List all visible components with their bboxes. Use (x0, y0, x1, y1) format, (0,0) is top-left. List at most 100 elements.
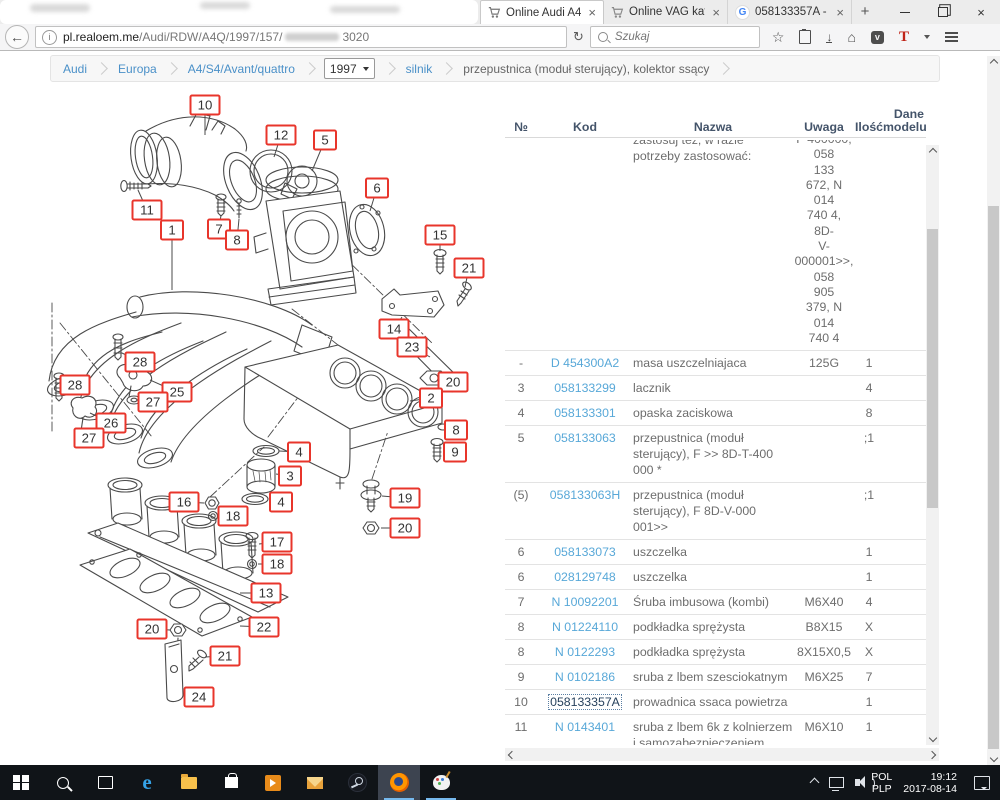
task-view-button[interactable] (84, 765, 126, 800)
part-code-link[interactable]: N 0143401 (555, 720, 615, 734)
tab-close-icon[interactable]: × (712, 6, 720, 19)
breadcrumb-audi[interactable]: Audi (63, 62, 87, 76)
minimize-button[interactable] (886, 0, 924, 24)
mail-button[interactable] (294, 765, 336, 800)
callout-20[interactable]: 20 (391, 519, 420, 538)
firefox-button[interactable] (378, 765, 420, 800)
reload-button[interactable]: ↻ (573, 29, 584, 45)
movies-button[interactable] (252, 765, 294, 800)
part-code-link[interactable]: 058133301 (554, 406, 616, 420)
tray-expand-icon[interactable] (810, 778, 820, 788)
callout-4[interactable]: 4 (270, 493, 292, 512)
network-icon[interactable] (829, 777, 844, 788)
part-code-link[interactable]: 058133299 (554, 381, 616, 395)
breadcrumb-model[interactable]: A4/S4/Avant/quattro (188, 62, 295, 76)
addon-dropdown-icon[interactable] (924, 35, 930, 39)
addon-t-icon[interactable]: T (899, 29, 909, 46)
callout-24[interactable]: 24 (185, 688, 214, 707)
callout-28[interactable]: 28 (126, 353, 155, 372)
part-code-link-selected[interactable]: 058133357A (548, 694, 622, 710)
scroll-right-button[interactable] (925, 748, 939, 761)
search-bar[interactable] (590, 26, 760, 48)
tab-close-icon[interactable]: × (836, 6, 844, 19)
callout-21[interactable]: 21 (211, 647, 240, 666)
callout-3[interactable]: 3 (279, 467, 301, 486)
part-code-link[interactable]: 058133063 (554, 431, 616, 445)
home-icon[interactable]: ⌂ (847, 30, 855, 44)
downloads-icon[interactable]: ↓ (826, 32, 832, 43)
callout-8[interactable]: 8 (445, 421, 467, 440)
action-center-icon[interactable] (974, 776, 990, 790)
callout-1[interactable]: 1 (161, 221, 183, 240)
callout-11[interactable]: 11 (133, 201, 162, 220)
callout-17[interactable]: 17 (263, 533, 292, 552)
pocket-icon[interactable]: v (871, 31, 884, 44)
site-info-icon[interactable]: i (42, 30, 57, 45)
close-button[interactable]: × (962, 0, 1000, 24)
callout-6[interactable]: 6 (366, 179, 388, 198)
volume-icon[interactable] (855, 779, 860, 786)
part-code-link[interactable]: D 454300A2 (551, 356, 619, 370)
paint-button[interactable] (420, 765, 462, 800)
callout-18[interactable]: 18 (219, 507, 248, 526)
callout-28[interactable]: 28 (61, 376, 90, 395)
restore-button[interactable] (924, 0, 962, 24)
back-button[interactable]: ← (5, 25, 29, 49)
store-button[interactable] (210, 765, 252, 800)
callout-20[interactable]: 20 (138, 620, 167, 639)
bookmark-star-icon[interactable]: ☆ (772, 30, 785, 44)
callout-16[interactable]: 16 (170, 493, 199, 512)
menu-icon[interactable] (945, 32, 958, 42)
callout-5[interactable]: 5 (314, 131, 336, 150)
callout-10[interactable]: 10 (191, 96, 220, 115)
part-code-link[interactable]: 058133063H (550, 488, 620, 502)
callout-14[interactable]: 14 (380, 320, 409, 339)
callout-21[interactable]: 21 (455, 259, 484, 278)
callout-2[interactable]: 2 (420, 389, 442, 408)
part-code-link[interactable]: 028129748 (554, 570, 616, 584)
breadcrumb-silnik[interactable]: silnik (406, 62, 433, 76)
start-button[interactable] (0, 765, 42, 800)
page-scrollbar[interactable] (987, 56, 1000, 765)
callout-9[interactable]: 9 (444, 443, 466, 462)
part-code-link[interactable]: N 0122293 (555, 645, 615, 659)
bookmarks-menu-icon[interactable] (799, 30, 811, 44)
edge-button[interactable]: e (126, 765, 168, 800)
new-tab-button[interactable]: + (852, 0, 878, 24)
callout-27[interactable]: 27 (75, 429, 104, 448)
callout-15[interactable]: 15 (426, 226, 455, 245)
steam-button[interactable] (336, 765, 378, 800)
tab-close-icon[interactable]: × (588, 6, 596, 19)
table-vertical-scrollbar[interactable] (926, 145, 939, 745)
page-scroll-down-button[interactable] (987, 751, 1000, 765)
part-code-link[interactable]: N 01224110 (552, 620, 618, 634)
callout-23[interactable]: 23 (398, 338, 427, 357)
clock[interactable]: 19:12 2017-08-14 (903, 771, 957, 795)
part-code-link[interactable]: N 0102186 (555, 670, 615, 684)
part-code-link[interactable]: 058133073 (554, 545, 616, 559)
tab-online-audi[interactable]: Online Audi A4/S × (480, 0, 604, 24)
callout-27[interactable]: 27 (139, 393, 168, 412)
callout-19[interactable]: 19 (391, 489, 420, 508)
table-scroll-thumb[interactable] (927, 229, 938, 508)
file-explorer-button[interactable] (168, 765, 210, 800)
taskbar-search-button[interactable] (42, 765, 84, 800)
breadcrumb-europa[interactable]: Europa (118, 62, 157, 76)
tab-google-search[interactable]: G 058133357A - Szu × (728, 0, 852, 24)
page-scroll-up-button[interactable] (987, 56, 1000, 70)
page-scroll-thumb[interactable] (988, 206, 999, 749)
part-code-link[interactable]: N 10092201 (551, 595, 618, 609)
callout-8[interactable]: 8 (226, 231, 248, 250)
callout-18[interactable]: 18 (263, 555, 292, 574)
callout-13[interactable]: 13 (252, 584, 281, 603)
scroll-down-button[interactable] (926, 731, 939, 745)
scroll-up-button[interactable] (926, 145, 939, 159)
callout-22[interactable]: 22 (250, 618, 279, 637)
scroll-left-button[interactable] (505, 748, 519, 761)
callout-20[interactable]: 20 (439, 373, 468, 392)
tab-online-vag[interactable]: Online VAG katal × (604, 0, 728, 24)
table-horizontal-scrollbar[interactable] (505, 748, 939, 761)
callout-12[interactable]: 12 (267, 126, 296, 145)
callout-4[interactable]: 4 (288, 443, 310, 462)
year-select[interactable]: 1997 (324, 58, 375, 79)
